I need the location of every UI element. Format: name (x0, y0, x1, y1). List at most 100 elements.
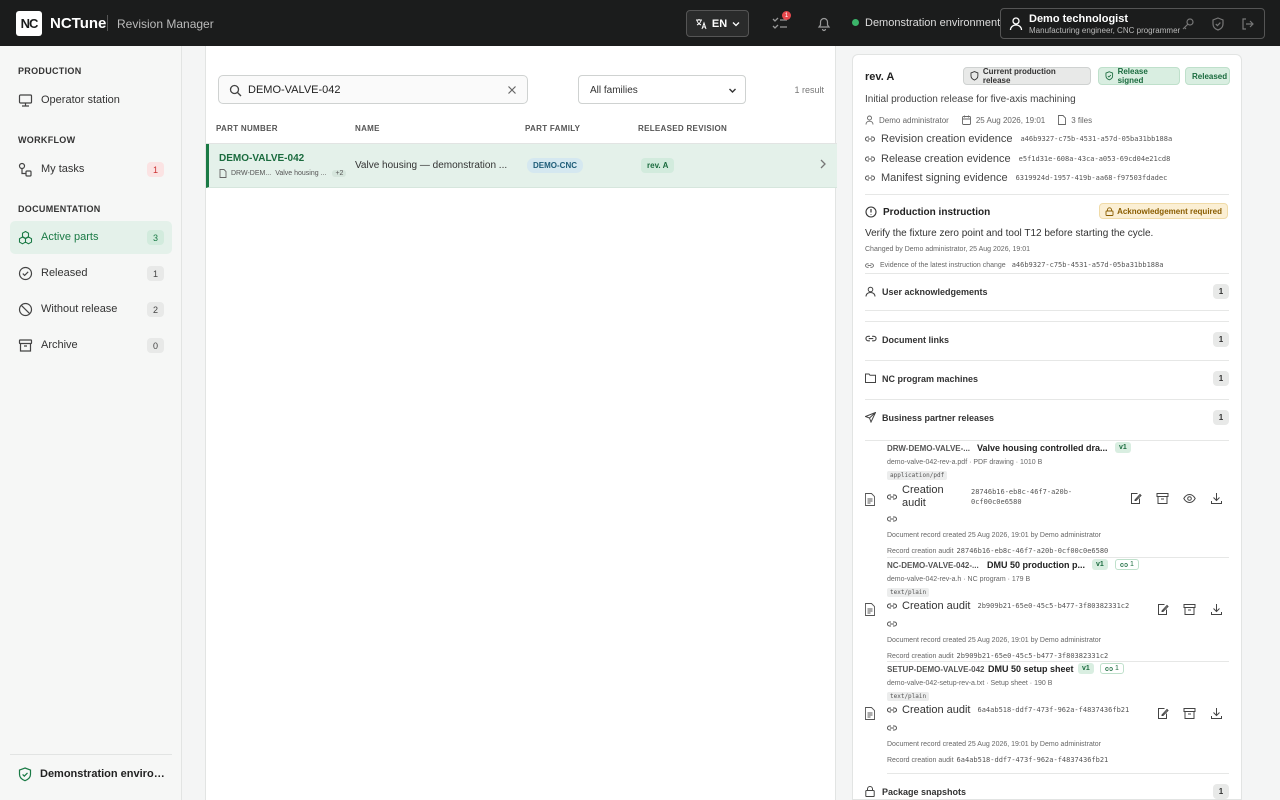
sidebar-item-active-parts[interactable]: Active parts 3 (10, 221, 172, 254)
section-label: NC program machines (882, 374, 979, 384)
tasks-badge: 1 (782, 11, 791, 20)
download-icon[interactable] (1210, 603, 1223, 616)
record-audit-hash: 2b909b21-65e0-45c5-b477-3f80382331c2 (956, 652, 1109, 660)
record-audit-label: Record creation audit (887, 548, 954, 555)
creation-audit[interactable]: Creation audit 6a4ab518-ddf7-473f-962a-f… (887, 704, 1129, 716)
folder-icon (865, 373, 876, 383)
shield-check-icon (1105, 71, 1114, 81)
revision-description: Initial production release for five-axis… (865, 94, 1076, 105)
archive-icon[interactable] (1156, 492, 1169, 505)
clear-icon[interactable] (507, 85, 517, 95)
column-header-part-number[interactable]: PART NUMBER (216, 124, 278, 133)
no-release-icon (18, 302, 33, 317)
link-icon[interactable] (887, 620, 897, 628)
doc-code: DRW-DEM... (231, 170, 272, 177)
family-filter-select[interactable]: All families (578, 75, 746, 104)
record-audit-hash: 28746b16-eb8c-46f7-a20b-0cf00c0e6580 (956, 547, 1109, 555)
edit-icon[interactable] (1156, 603, 1169, 616)
language-label: EN (711, 17, 728, 30)
environment-status-dot (852, 19, 859, 26)
evidence-hash: a46b9327-c75b-4531-a57d-05ba31bb188a (1020, 135, 1173, 143)
key-icon[interactable] (1181, 17, 1195, 31)
released-chip: Released (1185, 67, 1230, 85)
sidebar-item-archive[interactable]: Archive 0 (10, 329, 172, 362)
section-label: Document links (882, 335, 950, 345)
instruction-changed: Changed by Demo administrator, 25 Aug 20… (865, 246, 1030, 253)
sidebar-item-released[interactable]: Released 1 (10, 257, 172, 290)
instruction-evidence[interactable]: Evidence of the latest instruction chang… (865, 261, 1163, 269)
evidence-label: Revision creation evidence (881, 133, 1013, 145)
record-audit-hash: 6a4ab518-ddf7-473f-962a-f4837436fb21 (956, 756, 1109, 764)
search-input[interactable]: DEMO-VALVE-042 (218, 75, 528, 104)
record-creation-audit: Record creation audit 28746b16-eb8c-46f7-… (887, 547, 1108, 555)
document-actions (1129, 492, 1223, 505)
environment-footer[interactable]: Demonstration environment (10, 754, 172, 794)
more-docs-badge: +2 (332, 170, 347, 177)
list-item: SETUP-DEMO-VALVE-042 DMU 50 setup sheet … (865, 662, 1229, 774)
user-icon (865, 286, 876, 297)
manifest-signing-evidence[interactable]: Manifest signing evidence 6319924d-1957-… (865, 172, 1167, 184)
edit-icon[interactable] (1129, 492, 1142, 505)
user-menu[interactable]: Demo technologist Manufacturing engineer… (1000, 8, 1265, 39)
archive-count-badge: 0 (147, 338, 164, 353)
lock-icon (1105, 206, 1114, 216)
divider (865, 194, 1229, 195)
sidebar-item-without-release[interactable]: Without release 2 (10, 293, 172, 326)
download-icon[interactable] (1210, 492, 1223, 505)
app-logo[interactable]: NC (16, 11, 42, 36)
document-title[interactable]: DMU 50 setup sheet (988, 664, 1074, 674)
section-user-acknowledgements[interactable]: User acknowledgements 1 (865, 273, 1229, 311)
revision-creation-evidence[interactable]: Revision creation evidence a46b9327-c75b… (865, 133, 1172, 145)
column-header-part-family[interactable]: PART FAMILY (525, 124, 580, 133)
document-title[interactable]: Valve housing controlled dra... (977, 443, 1108, 453)
sidebar-item-label: Operator station (41, 94, 120, 106)
link-icon[interactable] (887, 515, 897, 523)
link-icon (865, 175, 875, 181)
sidebar-item-my-tasks[interactable]: My tasks 1 (10, 153, 172, 186)
evidence-hash: 6319924d-1957-419b-aa68-f97503fdadec (1015, 174, 1168, 182)
section-count: 1 (1213, 332, 1229, 347)
link-icon (865, 136, 875, 142)
without-release-count-badge: 2 (147, 302, 164, 317)
language-button[interactable]: EN (686, 10, 749, 37)
evidence-hash: e5f1d31e-608a-43ca-a053-69cd04e21cd8 (1018, 155, 1171, 163)
section-nc-program-machines[interactable]: NC program machines 1 (865, 361, 1229, 400)
parts-icon (18, 230, 33, 245)
edit-icon[interactable] (1156, 707, 1169, 720)
sidebar-item-operator-station[interactable]: Operator station (10, 84, 172, 117)
document-code: SETUP-DEMO-VALVE-042 (887, 665, 985, 674)
archive-icon[interactable] (1183, 707, 1196, 720)
release-creation-evidence[interactable]: Release creation evidence e5f1d31e-608a-… (865, 153, 1170, 165)
column-header-released-revision[interactable]: RELEASED REVISION (638, 124, 727, 133)
part-family-badge: DEMO-CNC (527, 158, 583, 173)
bell-icon[interactable] (815, 14, 833, 32)
creation-audit[interactable]: Creation audit 2b909b21-65e0-45c5-b477-3… (887, 600, 1129, 612)
alert-circle-icon (865, 206, 877, 218)
column-header-name[interactable]: NAME (355, 124, 380, 133)
revision-detail-panel: rev. A Current production release Releas… (852, 54, 1242, 800)
record-created: Document record created 25 Aug 2026, 19:… (887, 741, 1102, 748)
workflow-icon (18, 162, 32, 177)
family-filter-value: All families (590, 85, 638, 96)
table-row[interactable]: DEMO-VALVE-042 DRW-DEM... Valve housing … (206, 144, 837, 188)
sidebar-heading-production: PRODUCTION (18, 66, 82, 76)
release-signed-chip: Release signed (1098, 67, 1180, 85)
audit-hash: 6a4ab518-ddf7-473f-962a-f4837436fb21 (977, 706, 1130, 714)
document-title[interactable]: DMU 50 production p... (987, 560, 1085, 570)
section-document-links[interactable]: Document links 1 (865, 321, 1229, 361)
eye-icon[interactable] (1183, 492, 1196, 505)
audit-hash: 2b909b21-65e0-45c5-b477-3f80382331c2 (977, 602, 1130, 610)
shield-check-icon[interactable] (1211, 17, 1225, 31)
section-package-snapshots[interactable]: Package snapshots 1 (865, 774, 1229, 799)
evidence-hash: a46b9327-c75b-4531-a57d-05ba31bb188a (1011, 261, 1164, 269)
link-icon[interactable] (887, 724, 897, 732)
record-audit-label: Record creation audit (887, 757, 954, 764)
download-icon[interactable] (1210, 707, 1223, 720)
sidebar-heading-documentation: DOCUMENTATION (18, 204, 101, 214)
logout-icon[interactable] (1241, 17, 1255, 31)
creation-audit[interactable]: Creation audit 28746b16-eb8c-46f7-a20b-0c… (887, 484, 1087, 510)
link-icon (887, 603, 897, 609)
record-created: Document record created 25 Aug 2026, 19:… (887, 532, 1102, 539)
section-business-partner-releases[interactable]: Business partner releases 1 (865, 400, 1229, 441)
archive-icon[interactable] (1183, 603, 1196, 616)
